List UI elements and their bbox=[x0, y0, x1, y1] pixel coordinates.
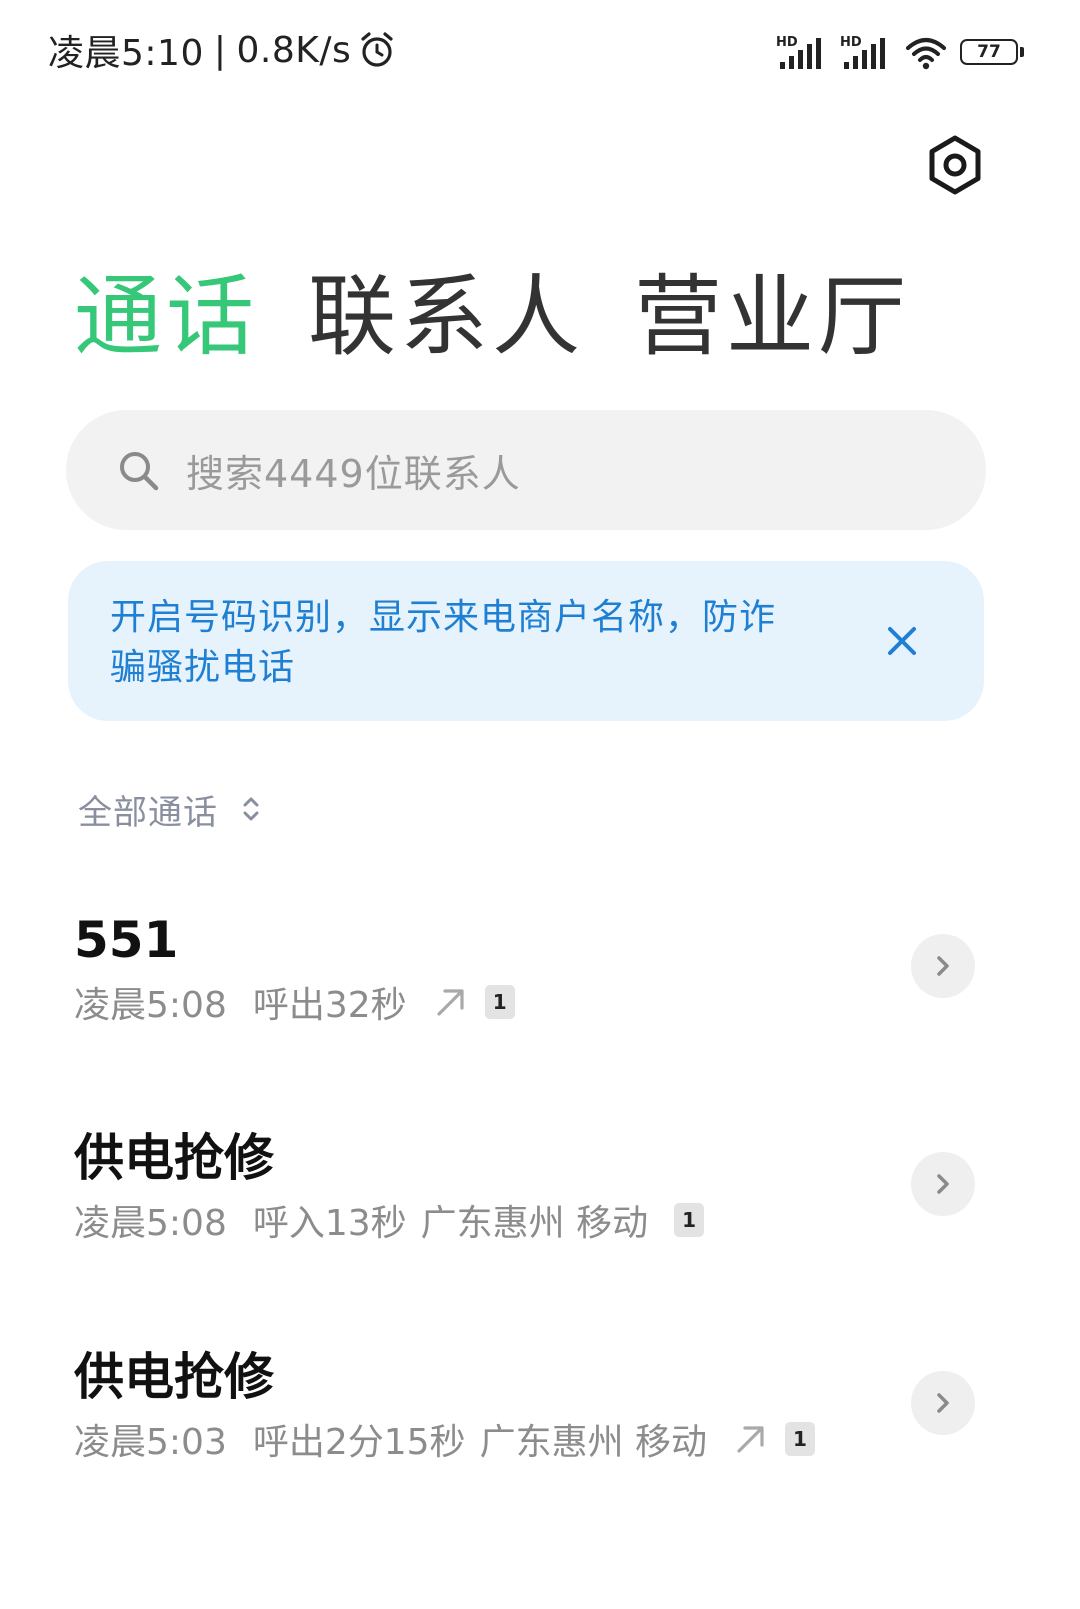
call-detail-button[interactable] bbox=[911, 934, 975, 998]
call-name: 供电抢修 bbox=[74, 1348, 274, 1406]
call-time: 凌晨5:08 bbox=[74, 1203, 227, 1244]
call-location: 广东惠州 移动 bbox=[420, 1203, 649, 1244]
status-bar: 凌晨5:10 | 0.8K/s HD HD 77 bbox=[0, 0, 1080, 100]
call-detail: 呼出32秒 bbox=[252, 985, 407, 1026]
signal-hd-label-2: HD bbox=[840, 35, 862, 50]
call-detail: 呼入13秒 bbox=[252, 1203, 407, 1244]
status-left: 凌晨5:10 | 0.8K/s bbox=[48, 28, 397, 74]
sim-badge: 1 bbox=[674, 1203, 705, 1237]
search-input[interactable]: 搜索4449位联系人 bbox=[66, 410, 986, 530]
outgoing-call-icon bbox=[737, 1426, 764, 1453]
call-log-item[interactable]: 551 凌晨5:08 呼出32秒 1 bbox=[0, 908, 1080, 1068]
chevron-right-icon bbox=[937, 1393, 949, 1413]
call-location: 广东惠州 移动 bbox=[479, 1422, 708, 1463]
call-detail-button[interactable] bbox=[911, 1152, 975, 1216]
sim-badge: 1 bbox=[785, 1422, 816, 1456]
outgoing-call-icon bbox=[437, 989, 464, 1016]
status-right: HD HD 77 bbox=[776, 30, 1026, 74]
battery-level: 77 bbox=[960, 39, 1018, 65]
tab-contacts[interactable]: 联系人 bbox=[308, 262, 584, 372]
caller-id-banner[interactable]: 开启号码识别，显示来电商户名称，防诈骗骚扰电话 bbox=[68, 561, 984, 721]
search-icon bbox=[120, 452, 159, 491]
signal-icon-2: HD bbox=[840, 35, 885, 69]
call-log-item[interactable]: 供电抢修 凌晨5:08 呼入13秒 广东惠州 移动 1 bbox=[0, 1126, 1080, 1286]
signal-icon: HD bbox=[776, 35, 821, 69]
gear-icon[interactable] bbox=[924, 134, 986, 196]
call-detail-button[interactable] bbox=[911, 1371, 975, 1435]
status-separator: | bbox=[213, 29, 227, 71]
alarm-clock-icon bbox=[361, 32, 393, 67]
call-detail: 呼出2分15秒 bbox=[252, 1422, 466, 1463]
sim-badge: 1 bbox=[484, 985, 515, 1019]
filter-label: 全部通话 bbox=[78, 792, 218, 833]
chevron-right-icon bbox=[937, 956, 949, 976]
status-time: 凌晨5:10 bbox=[48, 33, 204, 74]
call-log-item[interactable]: 供电抢修 凌晨5:03 呼出2分15秒 广东惠州 移动 1 bbox=[0, 1345, 1080, 1505]
banner-text: 开启号码识别，显示来电商户名称，防诈骗骚扰电话 bbox=[110, 597, 777, 688]
signal-hd-label: HD bbox=[776, 35, 798, 50]
search-placeholder: 搜索4449位联系人 bbox=[186, 451, 521, 496]
call-meta: 凌晨5:03 呼出2分15秒 广东惠州 移动 1 bbox=[74, 1415, 816, 1463]
call-name: 供电抢修 bbox=[74, 1129, 274, 1187]
battery-tip bbox=[1020, 47, 1024, 57]
sort-arrows-icon bbox=[243, 797, 259, 821]
close-icon[interactable] bbox=[884, 623, 920, 659]
tab-service-hall[interactable]: 营业厅 bbox=[634, 262, 910, 372]
call-name: 551 bbox=[74, 911, 179, 969]
call-filter-dropdown[interactable]: 全部通话 bbox=[78, 786, 262, 833]
call-meta: 凌晨5:08 呼出32秒 1 bbox=[74, 978, 515, 1026]
battery-icon: 77 bbox=[960, 37, 1026, 67]
call-time: 凌晨5:08 bbox=[74, 985, 227, 1026]
call-time: 凌晨5:03 bbox=[74, 1422, 227, 1463]
call-meta: 凌晨5:08 呼入13秒 广东惠州 移动 1 bbox=[74, 1196, 705, 1244]
tab-bar: 通话 联系人 营业厅 bbox=[74, 262, 960, 372]
chevron-right-icon bbox=[937, 1174, 949, 1194]
wifi-icon bbox=[906, 38, 946, 70]
network-speed: 0.8K/s bbox=[236, 29, 352, 71]
tab-calls[interactable]: 通话 bbox=[74, 262, 258, 372]
